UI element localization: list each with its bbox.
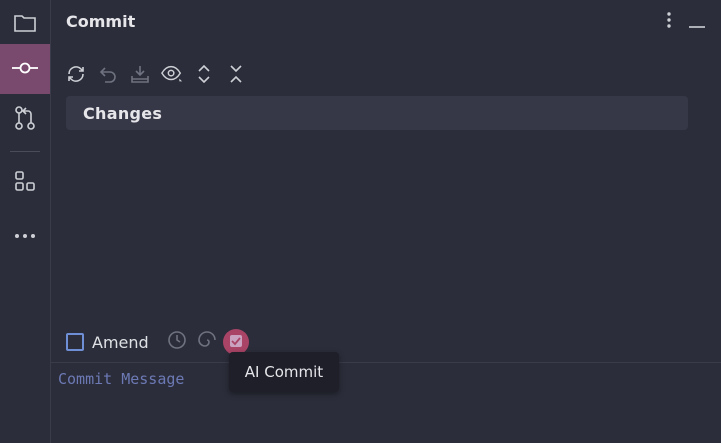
structure-icon (14, 170, 36, 196)
expand-all-icon[interactable] (193, 63, 215, 85)
pull-requests-button[interactable] (0, 95, 50, 145)
rollback-icon[interactable] (97, 63, 119, 85)
history-icon[interactable] (167, 330, 187, 354)
amend-checkbox[interactable] (66, 333, 84, 351)
changes-node[interactable]: Changes (66, 96, 688, 130)
changes-label: Changes (83, 103, 163, 123)
commit-message-input[interactable]: Commit Message (58, 370, 184, 388)
toolbar-separator (10, 151, 40, 152)
ai-commit-tooltip: AI Commit (229, 352, 339, 392)
tooltip-text: AI Commit (244, 363, 324, 381)
minimize-icon[interactable] (689, 13, 705, 32)
panel-actions (667, 12, 705, 32)
pull-request-icon (13, 106, 37, 134)
amend-label[interactable]: Amend (92, 333, 149, 352)
more-vertical-icon[interactable] (667, 12, 671, 32)
view-options-icon[interactable] (161, 63, 183, 85)
ai-commit-icon (229, 333, 243, 352)
shelve-icon[interactable] (129, 63, 151, 85)
left-toolbar (0, 0, 51, 443)
structure-button[interactable] (0, 158, 50, 208)
commit-toolbar (65, 63, 247, 85)
commit-panel: Commit Changes Amend Commit Message AI C… (51, 0, 721, 443)
amend-row: Amend (66, 330, 217, 354)
commit-tool-button[interactable] (0, 44, 50, 94)
message-divider (51, 362, 721, 363)
collapse-all-icon[interactable] (225, 63, 247, 85)
folder-icon (14, 14, 36, 36)
refresh-icon[interactable] (65, 63, 87, 85)
panel-title: Commit (66, 12, 136, 31)
more-icon (14, 224, 36, 243)
spiral-icon[interactable] (197, 330, 217, 354)
more-tools-button[interactable] (0, 208, 50, 258)
folder-button[interactable] (0, 0, 50, 50)
commit-icon (12, 60, 38, 79)
